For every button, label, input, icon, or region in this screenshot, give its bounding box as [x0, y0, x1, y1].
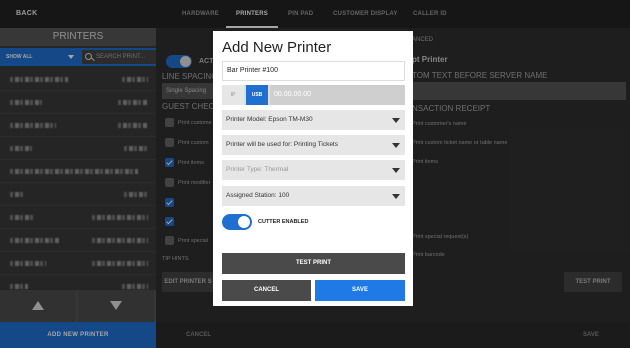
connection-selector: IP USB 00.00.00.00: [222, 85, 405, 105]
add-printer-dialog: Add New Printer Bar Printer #100 IP USB …: [213, 31, 413, 306]
printer-type-value: Printer Type: Thermal: [226, 166, 289, 173]
cutter-toggle[interactable]: [222, 214, 252, 230]
ip-tab[interactable]: IP: [222, 85, 244, 105]
printer-usage-select[interactable]: Printer will be used for: Printing Ticke…: [222, 135, 405, 155]
printer-type-select[interactable]: Printer Type: Thermal: [222, 160, 405, 180]
assigned-station-select[interactable]: Assigned Station: 100: [222, 186, 405, 206]
chevron-down-icon: [392, 118, 400, 123]
chevron-down-icon: [392, 143, 400, 148]
printer-name-input[interactable]: Bar Printer #100: [222, 61, 405, 81]
cutter-enabled-label: CUTTER ENABLED: [258, 219, 309, 225]
chevron-down-icon: [392, 168, 400, 173]
cancel-button[interactable]: CANCEL: [222, 280, 311, 301]
usb-tab[interactable]: USB: [246, 85, 268, 105]
address-field[interactable]: 00.00.00.00: [270, 85, 405, 105]
test-print-button[interactable]: TEST PRINT: [222, 253, 405, 274]
printer-model-value: Printer Model: Epson TM-M30: [226, 116, 313, 123]
dialog-title: Add New Printer: [222, 39, 332, 56]
printer-usage-value: Printer will be used for: Printing Ticke…: [226, 141, 338, 148]
assigned-station-value: Assigned Station: 100: [226, 192, 290, 199]
printer-model-select[interactable]: Printer Model: Epson TM-M30: [222, 110, 405, 130]
save-button[interactable]: SAVE: [315, 280, 405, 301]
chevron-down-icon: [392, 194, 400, 199]
